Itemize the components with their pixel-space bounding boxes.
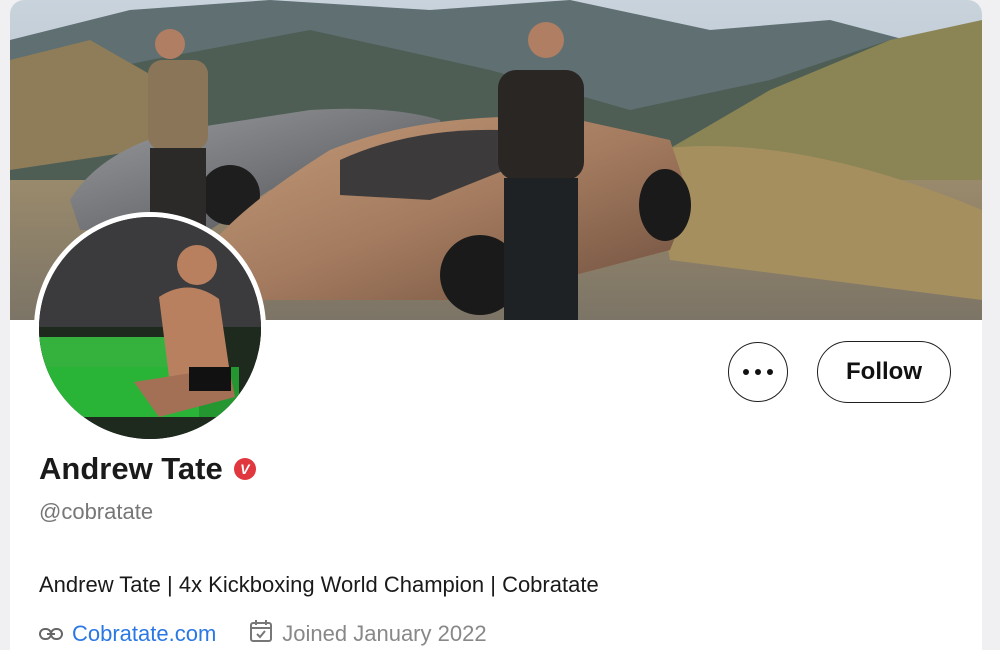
avatar[interactable] bbox=[34, 212, 266, 444]
website-label[interactable]: Cobratate.com bbox=[72, 621, 216, 647]
profile-handle: @cobratate bbox=[39, 499, 154, 524]
joined-date: Joined January 2022 bbox=[249, 619, 487, 649]
profile-name-row: Andrew Tate V bbox=[39, 451, 256, 487]
profile-bio: Andrew Tate | 4x Kickboxing World Champi… bbox=[39, 572, 599, 597]
more-options-button[interactable] bbox=[728, 342, 788, 402]
link-icon bbox=[39, 621, 63, 647]
joined-label: Joined January 2022 bbox=[282, 621, 487, 646]
website-link[interactable]: Cobratate.com bbox=[39, 621, 216, 647]
profile-name: Andrew Tate bbox=[39, 451, 223, 486]
calendar-icon bbox=[249, 619, 273, 649]
follow-button[interactable]: Follow bbox=[817, 341, 951, 403]
profile-meta: Cobratate.com Joined January 2022 bbox=[39, 619, 487, 649]
more-horizontal-icon bbox=[743, 369, 749, 375]
profile-card: Follow Andrew Tate V @cobratate Andrew T… bbox=[10, 0, 982, 650]
verified-badge-icon: V bbox=[233, 458, 256, 480]
